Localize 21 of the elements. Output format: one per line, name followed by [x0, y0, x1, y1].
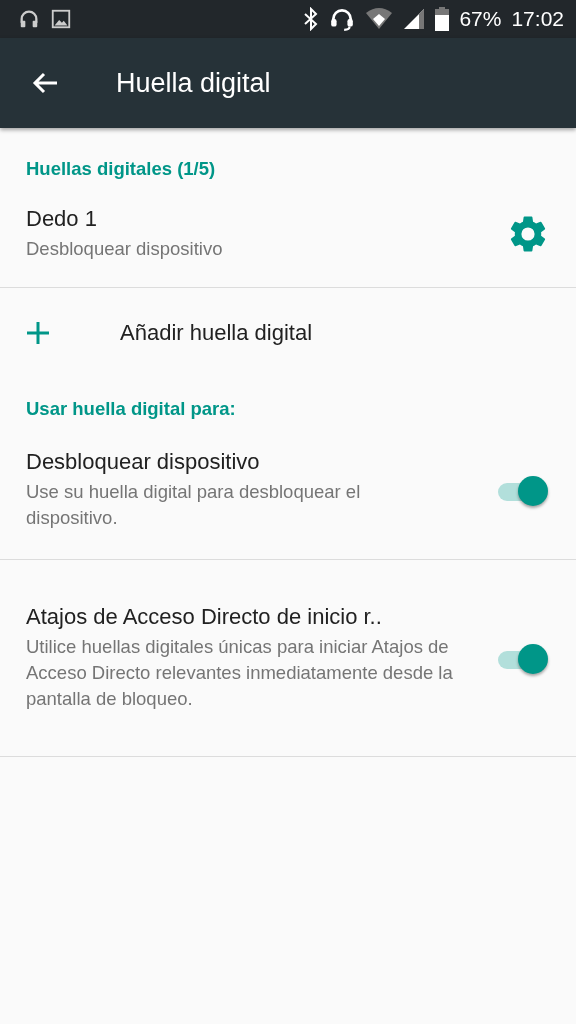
- headset-icon: [329, 6, 356, 32]
- setting-summary: Use su huella digital para desbloquear el dispositivo.: [26, 479, 362, 530]
- setting-title: Desbloquear dispositivo: [26, 448, 261, 475]
- setting-title: Atajos de Acceso Directo de inicio r..: [26, 604, 383, 630]
- screen-title: Huella digital: [116, 67, 271, 99]
- wifi-icon: [365, 7, 394, 31]
- headphones-icon: [18, 8, 40, 30]
- bluetooth-icon: [303, 7, 320, 31]
- plus-icon: [26, 321, 50, 345]
- back-arrow-icon: [32, 72, 58, 94]
- battery-percentage: 67%: [459, 7, 502, 31]
- fingerprint-name: Dedo 1: [26, 205, 98, 232]
- battery-icon: [435, 7, 450, 31]
- setting-summary: Utilice huellas digitales únicas para iniciar Atajos de Acceso Directo relevantes inmediatamente desde la pantalla de bloqueo.: [26, 635, 454, 711]
- image-icon: [50, 8, 72, 30]
- section-header: Huellas digitales (1/5): [25, 157, 217, 180]
- clock-time: 17:02: [511, 7, 564, 31]
- fingerprint-summary: Desbloquear dispositivo: [26, 236, 224, 261]
- signal-icon: [403, 8, 426, 30]
- add-fingerprint-button[interactable]: Añadir huella digital: [0, 288, 576, 378]
- section-header: Usar huella digital para:: [25, 397, 237, 420]
